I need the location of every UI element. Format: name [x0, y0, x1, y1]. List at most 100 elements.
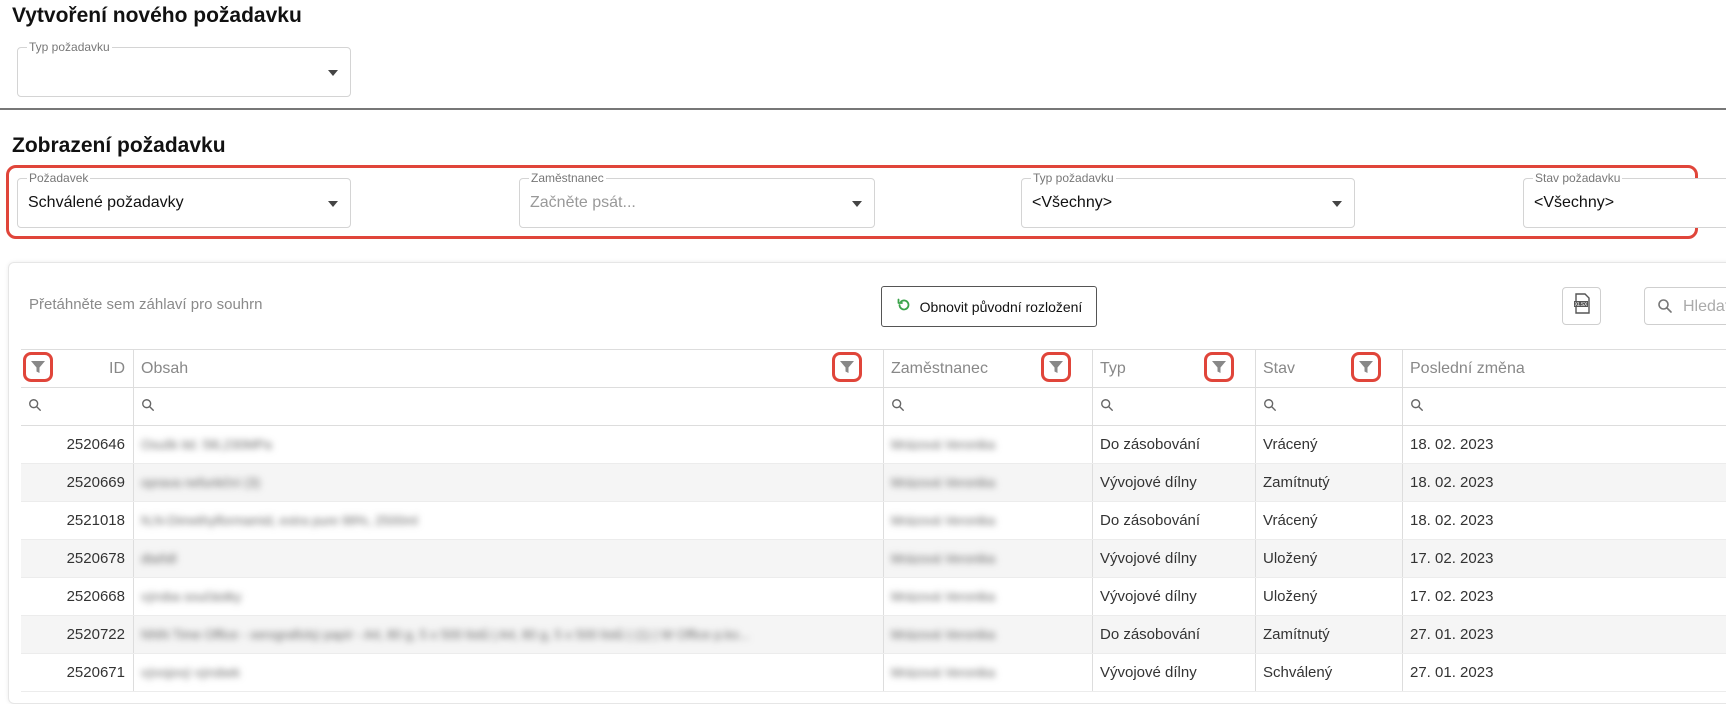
- funnel-icon: [1212, 361, 1226, 373]
- cell-typ: Do zásobování: [1092, 426, 1255, 463]
- employee-filter-input[interactable]: Zaměstnanec Začněte psát...: [519, 171, 875, 228]
- filter-cell-typ[interactable]: [1092, 388, 1255, 425]
- cell-posledni-zmena: 18. 02. 2023: [1402, 426, 1726, 463]
- cell-stav: Schválený: [1255, 654, 1402, 691]
- cell-id: 2520671: [66, 664, 125, 681]
- search-icon: [28, 398, 42, 416]
- request-filter-select[interactable]: Požadavek Schválené požadavky: [17, 171, 351, 228]
- status-filter-select[interactable]: Stav požadavku <Všechny>: [1523, 171, 1726, 228]
- table-row[interactable]: 2520678 dtaňdl Mrázová Veronika Vývojové…: [21, 540, 1726, 578]
- type-filter-value: <Všechny>: [1032, 194, 1113, 211]
- grid-search-input[interactable]: Hledat: [1644, 287, 1726, 325]
- cell-id: 2520646: [66, 436, 125, 453]
- table-row[interactable]: 2520669 oprava nefunkční (3) Mrázová Ver…: [21, 464, 1726, 502]
- filter-cell-zamestnanec[interactable]: [883, 388, 1092, 425]
- column-filter-button-zamestnanec[interactable]: [1041, 352, 1071, 382]
- filter-cell-posledni-zmena[interactable]: [1402, 388, 1726, 425]
- cell-typ: Do zásobování: [1092, 616, 1255, 653]
- employee-filter-label: Zaměstnanec: [529, 171, 606, 185]
- reset-layout-button[interactable]: Obnovit původní rozložení: [881, 286, 1097, 327]
- requests-table: ID Obsah Zaměstnanec Typ Stav Poslední z…: [21, 349, 1726, 692]
- type-filter-select[interactable]: Typ požadavku <Všechny>: [1021, 171, 1355, 228]
- table-row[interactable]: 2520646 Osušk itd. 5l6,230MPa Mrázová Ve…: [21, 426, 1726, 464]
- employee-filter-placeholder: Začněte psát...: [530, 194, 636, 211]
- search-icon: [1410, 398, 1424, 416]
- cell-posledni-zmena: 27. 01. 2023: [1402, 654, 1726, 691]
- cell-zamestnanec: Mrázová Veronika: [883, 540, 1092, 577]
- filter-cell-obsah[interactable]: [133, 388, 883, 425]
- cell-obsah: oprava nefunkční (3): [133, 464, 883, 501]
- create-request-title: Vytvoření nového požadavku: [12, 4, 302, 27]
- grid-search-placeholder: Hledat: [1683, 298, 1726, 315]
- cell-typ: Vývojové dílny: [1092, 464, 1255, 501]
- funnel-icon: [1359, 361, 1373, 373]
- funnel-icon: [31, 361, 45, 373]
- cell-typ: Do zásobování: [1092, 502, 1255, 539]
- request-filter-value: Schválené požadavky: [28, 194, 184, 211]
- svg-text:XLSX: XLSX: [1574, 302, 1587, 308]
- search-icon: [1657, 298, 1673, 319]
- chevron-down-icon[interactable]: [1332, 201, 1342, 207]
- type-filter-label: Typ požadavku: [1031, 171, 1116, 185]
- table-row[interactable]: 2521018 N,N-Dimethylformamid, extra pure…: [21, 502, 1726, 540]
- column-filter-button-obsah[interactable]: [832, 352, 862, 382]
- cell-stav: Zamítnutý: [1255, 616, 1402, 653]
- cell-zamestnanec: Mrázová Veronika: [883, 654, 1092, 691]
- cell-zamestnanec: Mrázová Veronika: [883, 502, 1092, 539]
- table-filter-row: [21, 388, 1726, 426]
- cell-typ: Vývojové dílny: [1092, 578, 1255, 615]
- column-filter-button-stav[interactable]: [1351, 352, 1381, 382]
- table-row[interactable]: 2520668 výroba součástky Mrázová Veronik…: [21, 578, 1726, 616]
- cell-typ: Vývojové dílny: [1092, 540, 1255, 577]
- column-header-obsah[interactable]: Obsah: [133, 350, 883, 387]
- cell-id: 2520722: [66, 626, 125, 643]
- request-filter-label: Požadavek: [27, 171, 91, 185]
- refresh-icon: [896, 297, 912, 316]
- cell-obsah: vývojový výrobek: [133, 654, 883, 691]
- create-type-select[interactable]: Typ požadavku: [17, 40, 351, 97]
- cell-zamestnanec: Mrázová Veronika: [883, 464, 1092, 501]
- chevron-down-icon[interactable]: [328, 70, 338, 76]
- cell-obsah: dtaňdl: [133, 540, 883, 577]
- cell-obsah: NNN Time Office - xerografický papír - A…: [133, 616, 883, 653]
- cell-obsah: výroba součástky: [133, 578, 883, 615]
- table-row[interactable]: 2520671 vývojový výrobek Mrázová Veronik…: [21, 654, 1726, 692]
- cell-posledni-zmena: 18. 02. 2023: [1402, 502, 1726, 539]
- cell-posledni-zmena: 18. 02. 2023: [1402, 464, 1726, 501]
- group-panel-hint: Přetáhněte sem záhlaví pro souhrn: [29, 296, 263, 313]
- cell-posledni-zmena: 27. 01. 2023: [1402, 616, 1726, 653]
- table-header-row: ID Obsah Zaměstnanec Typ Stav Poslední z…: [21, 350, 1726, 388]
- filter-cell-stav[interactable]: [1255, 388, 1402, 425]
- cell-id: 2520669: [66, 474, 125, 491]
- xlsx-export-button[interactable]: XLSX: [1562, 287, 1601, 325]
- search-icon: [141, 398, 155, 416]
- view-request-title: Zobrazení požadavku: [12, 134, 226, 157]
- section-divider: [0, 108, 1726, 110]
- funnel-icon: [840, 361, 854, 373]
- cell-posledni-zmena: 17. 02. 2023: [1402, 578, 1726, 615]
- cell-stav: Zamítnutý: [1255, 464, 1402, 501]
- cell-zamestnanec: Mrázová Veronika: [883, 426, 1092, 463]
- cell-stav: Uložený: [1255, 578, 1402, 615]
- cell-posledni-zmena: 17. 02. 2023: [1402, 540, 1726, 577]
- cell-obsah: Osušk itd. 5l6,230MPa: [133, 426, 883, 463]
- chevron-down-icon[interactable]: [852, 201, 862, 207]
- column-header-posledni-zmena[interactable]: Poslední změna: [1402, 350, 1726, 387]
- column-filter-button-id[interactable]: [23, 352, 53, 382]
- reset-layout-label: Obnovit původní rozložení: [919, 298, 1083, 315]
- table-row[interactable]: 2520722 NNN Time Office - xerografický p…: [21, 616, 1726, 654]
- cell-obsah: N,N-Dimethylformamid, extra pure 99%, 25…: [133, 502, 883, 539]
- cell-stav: Vrácený: [1255, 426, 1402, 463]
- cell-id: 2521018: [66, 512, 125, 529]
- xlsx-export-icon: XLSX: [1572, 292, 1592, 320]
- filter-cell-id[interactable]: [21, 388, 133, 425]
- column-filter-button-typ[interactable]: [1204, 352, 1234, 382]
- chevron-down-icon[interactable]: [328, 201, 338, 207]
- cell-zamestnanec: Mrázová Veronika: [883, 578, 1092, 615]
- cell-zamestnanec: Mrázová Veronika: [883, 616, 1092, 653]
- cell-id: 2520678: [66, 550, 125, 567]
- create-type-label: Typ požadavku: [27, 40, 112, 54]
- cell-stav: Vrácený: [1255, 502, 1402, 539]
- search-icon: [1100, 398, 1114, 416]
- search-icon: [891, 398, 905, 416]
